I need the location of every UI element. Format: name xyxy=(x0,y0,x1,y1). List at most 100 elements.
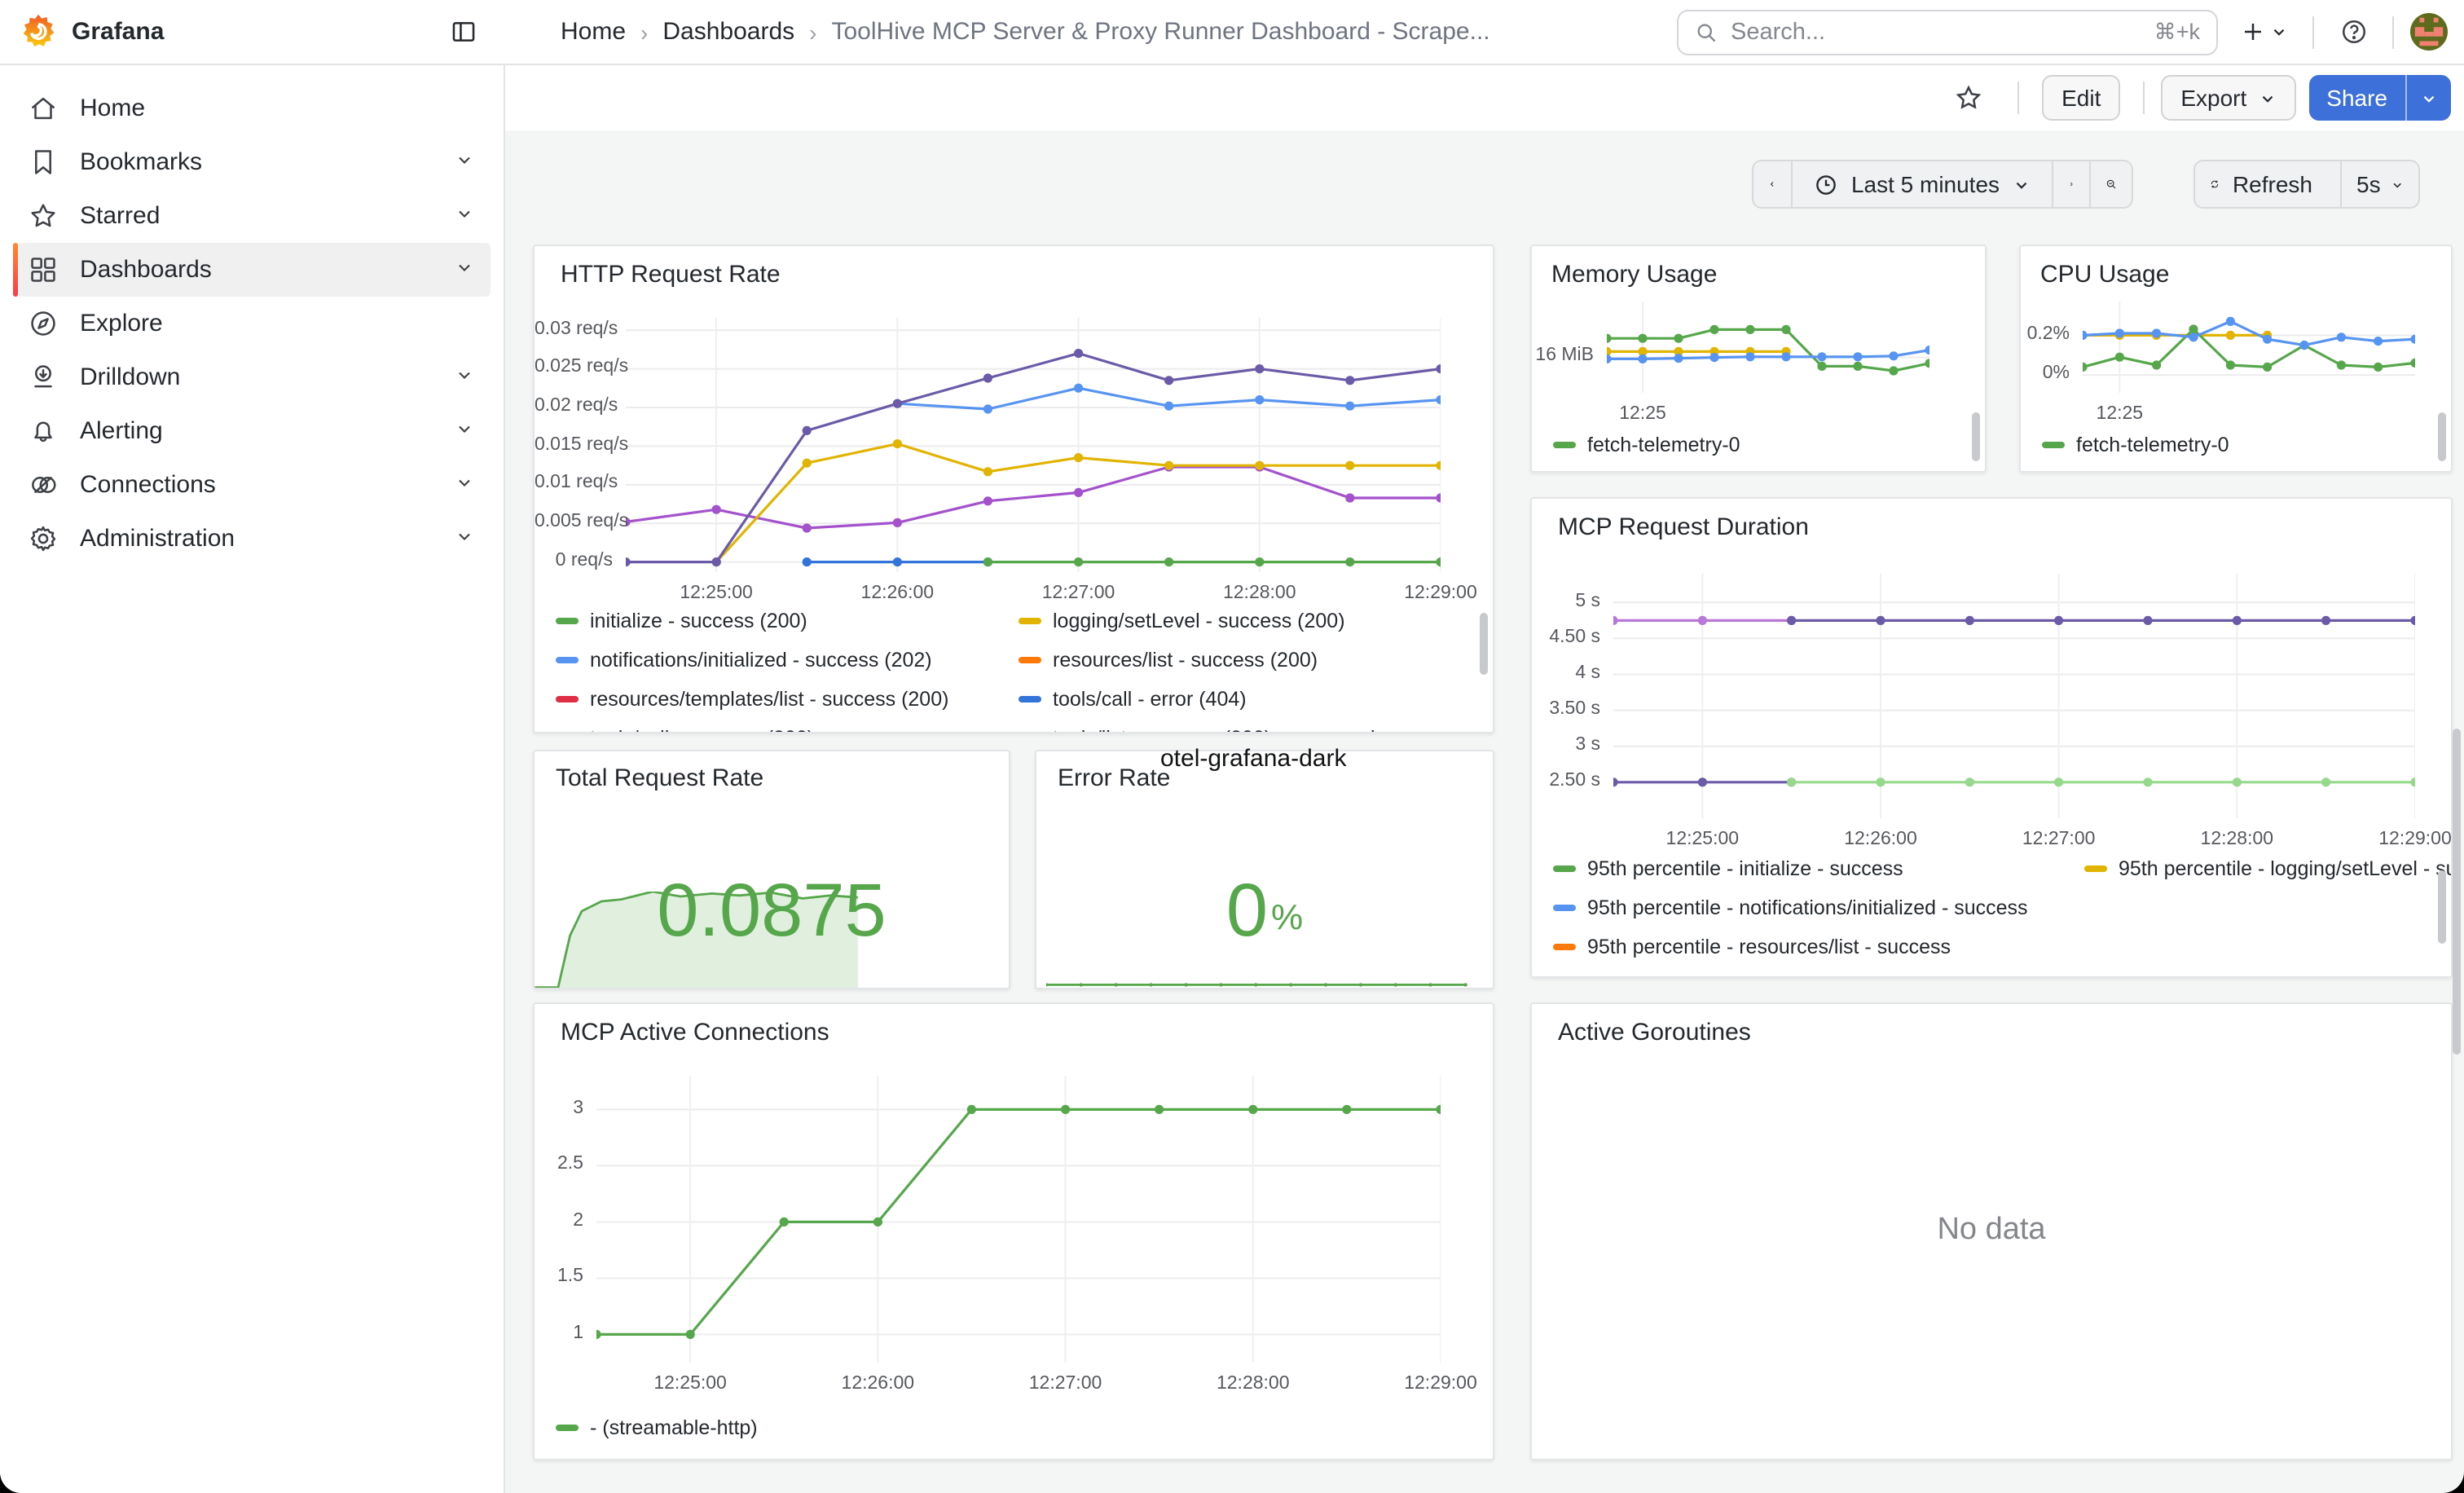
legend-item[interactable]: logging/setLevel - success (200) xyxy=(1019,610,1345,632)
legend-color-pill xyxy=(1553,944,1576,951)
sidebar-item-explore[interactable]: Explore xyxy=(13,297,491,350)
legend-item[interactable]: tools/list - success (200) xyxy=(1019,727,1271,733)
export-button[interactable]: Export xyxy=(2161,75,2295,121)
y-axis-tick-label: 0.2% xyxy=(2021,324,2070,343)
legend-item[interactable]: 95th percentile - notifications/initiali… xyxy=(1553,896,2042,919)
x-axis-tick-label: 12:26:00 xyxy=(832,584,962,603)
legend-label: resources/templates/list - success (200) xyxy=(590,688,948,711)
sidebar-item-alerting[interactable]: Alerting xyxy=(13,404,491,458)
stat-value: 0% xyxy=(1036,865,1493,953)
search-input[interactable]: Search... ⌘+k xyxy=(1677,9,2218,55)
sidebar-item-label: Starred xyxy=(80,202,455,230)
legend-item[interactable]: 95th percentile - logging/setLevel - suc… xyxy=(2084,857,2453,880)
y-axis-tick-label: 2.50 s xyxy=(1532,771,1600,791)
page-scrollbar-thumb[interactable] xyxy=(2453,729,2461,1055)
refresh-icon xyxy=(2210,173,2220,196)
breadcrumb-home[interactable]: Home xyxy=(561,18,626,46)
chevron-left-icon xyxy=(1768,174,1776,194)
panel-title[interactable]: CPU Usage xyxy=(2040,261,2169,288)
x-axis-tick-label: 12:27:00 xyxy=(1001,1374,1131,1394)
breadcrumb-dashboards[interactable]: Dashboards xyxy=(662,18,794,46)
panel-title[interactable]: MCP Active Connections xyxy=(561,1019,829,1046)
legend-item[interactable]: tools/call - success (200) xyxy=(556,727,976,733)
legend-item[interactable]: notifications/initialized - success (202… xyxy=(556,649,976,672)
legend-label: unknown - success (200) xyxy=(1348,727,1494,733)
share-dropdown-button[interactable] xyxy=(2405,75,2451,121)
panel-cpu-usage: CPU Usage 0%0.2%12:25 fetch-telemetry-0 xyxy=(2019,244,2453,473)
bell-icon xyxy=(26,415,59,447)
legend-label: - (streamable-http) xyxy=(590,1416,758,1439)
panel-title[interactable]: Error Rate xyxy=(1058,764,1170,792)
legend-label: 95th percentile - notifications/initiali… xyxy=(1587,896,2028,919)
panel-title[interactable]: HTTP Request Rate xyxy=(561,261,781,288)
panel-title[interactable]: Memory Usage xyxy=(1551,261,1717,288)
sidebar-item-bookmarks[interactable]: Bookmarks xyxy=(13,135,491,189)
help-button[interactable] xyxy=(2330,9,2376,55)
panel-title[interactable]: Active Goroutines xyxy=(1558,1019,1751,1046)
star-icon xyxy=(26,200,59,232)
panel-title[interactable]: Total Request Rate xyxy=(556,764,763,792)
legend-item[interactable]: 95th percentile - resources/templates/li… xyxy=(1553,975,2044,978)
sidebar-toggle-icon[interactable] xyxy=(440,9,486,55)
panel-title[interactable]: MCP Request Duration xyxy=(1558,513,1809,541)
x-axis-tick-label: 12:25:00 xyxy=(651,584,781,603)
legend-item[interactable]: 95th percentile - resources/list - succe… xyxy=(1553,936,2042,958)
legend-scrollbar-thumb[interactable] xyxy=(1972,412,1980,461)
y-axis-tick-label: 1.5 xyxy=(535,1266,583,1286)
x-axis-tick-label: 12:26:00 xyxy=(812,1374,943,1394)
x-axis-tick-label: 12:27:00 xyxy=(1994,830,2124,849)
legend-item[interactable]: resources/list - success (200) xyxy=(1019,649,1318,672)
breadcrumb: Home › Dashboards › ToolHive MCP Server … xyxy=(561,18,1490,46)
legend-item[interactable]: - (streamable-http) xyxy=(556,1416,758,1439)
avatar[interactable] xyxy=(2410,13,2448,51)
refresh-button[interactable]: Refresh xyxy=(2193,160,2342,209)
legend-item[interactable]: tools/call - error (404) xyxy=(1019,688,1247,711)
chart-plot-area[interactable] xyxy=(1607,302,1929,393)
chart-plot-area[interactable] xyxy=(2083,302,2415,393)
legend-color-pill xyxy=(1019,618,1041,625)
legend-scrollbar-thumb[interactable] xyxy=(1480,613,1488,675)
clock-icon xyxy=(1814,172,1838,196)
chart-plot-area[interactable] xyxy=(1613,574,2415,818)
time-forward-button[interactable] xyxy=(2053,160,2091,209)
zoom-out-button[interactable] xyxy=(2091,160,2133,209)
x-axis-tick-label: 12:25:00 xyxy=(1637,830,1767,849)
x-axis-tick-label: 12:25 xyxy=(2054,404,2185,424)
legend-scrollbar-thumb[interactable] xyxy=(2438,870,2446,944)
sidebar-item-label: Home xyxy=(80,95,474,122)
legend-item[interactable]: unknown - success (200) xyxy=(1313,727,1494,733)
sidebar-item-dashboards[interactable]: Dashboards xyxy=(13,243,491,297)
chart-plot-area[interactable] xyxy=(596,1076,1441,1363)
star-icon xyxy=(1954,83,1983,112)
legend-label: fetch-telemetry-0 xyxy=(1587,434,1740,456)
legend-item[interactable]: fetch-telemetry-0 xyxy=(2042,434,2229,456)
add-button[interactable] xyxy=(2231,9,2296,55)
chevron-down-icon xyxy=(2391,175,2404,193)
y-axis-tick-label: 0.01 req/s xyxy=(535,473,613,493)
legend-item[interactable]: 95th percentile - initialize - success xyxy=(1553,857,2042,880)
grafana-logo[interactable] xyxy=(20,13,57,51)
legend-item[interactable]: initialize - success (200) xyxy=(556,610,976,632)
legend-item[interactable]: resources/templates/list - success (200) xyxy=(556,688,976,711)
y-axis-tick-label: 4.50 s xyxy=(1532,627,1600,646)
chart-legend: - (streamable-http) xyxy=(556,1408,1476,1447)
panel-total-request-rate: Total Request Rate 0.0875 xyxy=(533,750,1010,989)
sidebar-item-home[interactable]: Home xyxy=(13,81,491,135)
edit-button[interactable]: Edit xyxy=(2042,75,2120,121)
chart-plot-area[interactable] xyxy=(626,318,1441,572)
sidebar-item-drilldown[interactable]: Drilldown xyxy=(13,350,491,404)
sidebar-item-starred[interactable]: Starred xyxy=(13,189,491,243)
legend-item[interactable]: fetch-telemetry-0 xyxy=(1553,434,1740,456)
legend-scrollbar-thumb[interactable] xyxy=(2438,412,2446,461)
star-dashboard-button[interactable] xyxy=(1946,75,1991,121)
legend-label: initialize - success (200) xyxy=(590,610,807,632)
time-range-picker[interactable]: Last 5 minutes xyxy=(1793,160,2053,209)
share-button[interactable]: Share xyxy=(2308,75,2405,121)
time-back-button[interactable] xyxy=(1752,160,1793,209)
sidebar-item-label: Alerting xyxy=(80,417,455,445)
refresh-interval-picker[interactable]: 5s xyxy=(2342,160,2420,209)
compass-icon xyxy=(26,307,59,340)
sidebar-item-administration[interactable]: Administration xyxy=(13,512,491,566)
legend-color-pill xyxy=(556,1425,579,1432)
sidebar-item-connections[interactable]: Connections xyxy=(13,458,491,512)
